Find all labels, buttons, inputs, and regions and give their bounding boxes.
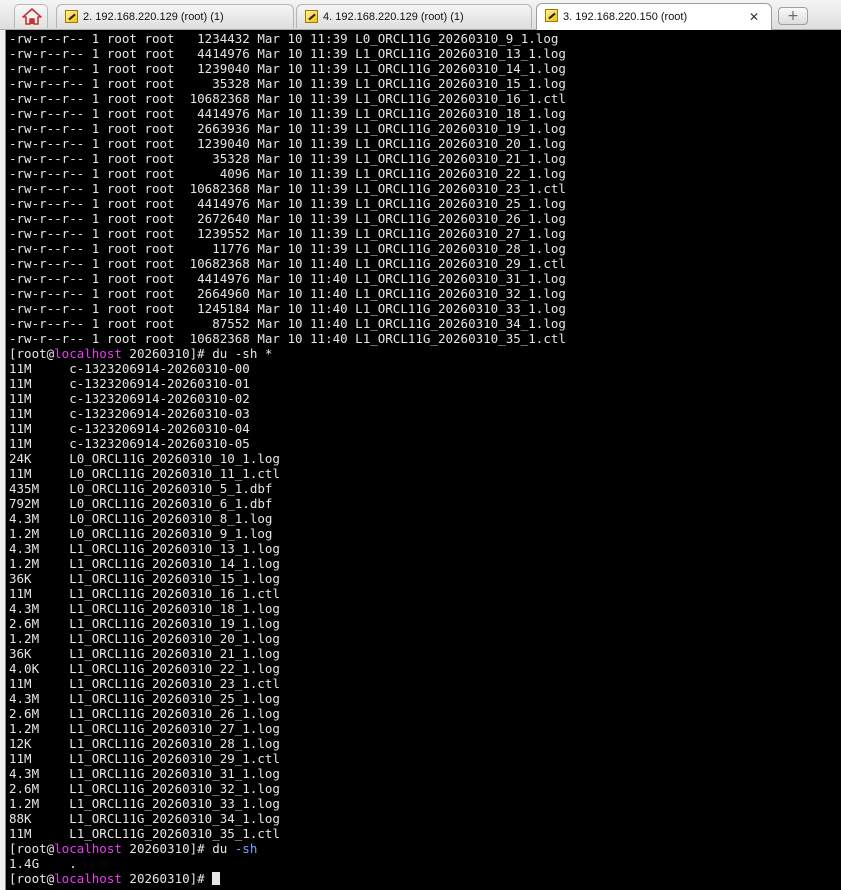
- home-icon: [22, 8, 42, 25]
- du-output-line: 36K L1_ORCL11G_20260310_15_1.log: [9, 571, 280, 586]
- du-output-line: 11M c-1323206914-20260310-05: [9, 436, 250, 451]
- ls-output-line: -rw-r--r-- 1 root root 4414976 Mar 10 11…: [9, 46, 566, 61]
- ls-output-line: -rw-r--r-- 1 root root 1245184 Mar 10 11…: [9, 301, 566, 316]
- du-output-line: 792M L0_ORCL11G_20260310_6_1.dbf: [9, 496, 273, 511]
- du-output-line: 435M L0_ORCL11G_20260310_5_1.dbf: [9, 481, 273, 496]
- tab-bar: 2. 192.168.220.129 (root) (1) 4. 192.168…: [0, 0, 841, 30]
- ls-output-line: -rw-r--r-- 1 root root 4414976 Mar 10 11…: [9, 106, 566, 121]
- du-output-line: 2.6M L1_ORCL11G_20260310_19_1.log: [9, 616, 280, 631]
- ls-output-line: -rw-r--r-- 1 root root 10682368 Mar 10 1…: [9, 256, 566, 271]
- plus-icon: +: [787, 8, 799, 24]
- du-output-line: 2.6M L1_ORCL11G_20260310_32_1.log: [9, 781, 280, 796]
- ls-output-line: -rw-r--r-- 1 root root 1239552 Mar 10 11…: [9, 226, 566, 241]
- du-total-line: 1.4G .: [9, 856, 77, 871]
- command-text: du -sh *: [212, 346, 273, 361]
- prompt-user: [root@: [9, 346, 55, 361]
- terminal-session-icon: [545, 9, 558, 22]
- ls-output-line: -rw-r--r-- 1 root root 4096 Mar 10 11:39…: [9, 166, 566, 181]
- terminal-session-icon: [65, 10, 78, 23]
- prompt-line: [root@localhost 20260310]# du -sh *: [9, 346, 841, 361]
- ls-output-line: -rw-r--r-- 1 root root 35328 Mar 10 11:3…: [9, 151, 566, 166]
- ls-output-line: -rw-r--r-- 1 root root 1234432 Mar 10 11…: [9, 31, 559, 46]
- ls-output-line: -rw-r--r-- 1 root root 4414976 Mar 10 11…: [9, 196, 566, 211]
- ls-listing: -rw-r--r-- 1 root root 1234432 Mar 10 11…: [9, 31, 841, 346]
- du-output-line: 11M c-1323206914-20260310-04: [9, 421, 250, 436]
- ls-output-line: -rw-r--r-- 1 root root 11776 Mar 10 11:3…: [9, 241, 566, 256]
- prompt-line: [root@localhost 20260310]# du -sh: [9, 841, 841, 856]
- ls-output-line: -rw-r--r-- 1 root root 87552 Mar 10 11:4…: [9, 316, 566, 331]
- tab-session-2[interactable]: 2. 192.168.220.129 (root) (1): [56, 4, 294, 28]
- home-tab[interactable]: [14, 4, 48, 28]
- prompt-user: [root@: [9, 841, 55, 856]
- du-output-line: 11M c-1323206914-20260310-03: [9, 406, 250, 421]
- du-output-line: 4.3M L1_ORCL11G_20260310_25_1.log: [9, 691, 280, 706]
- du-output-line: 11M L1_ORCL11G_20260310_29_1.ctl: [9, 751, 280, 766]
- prompt-dir: 20260310]#: [121, 346, 213, 361]
- prompt-host: localhost: [54, 841, 122, 856]
- text-cursor: [212, 872, 221, 885]
- ls-output-line: -rw-r--r-- 1 root root 10682368 Mar 10 1…: [9, 181, 566, 196]
- prompt-host: localhost: [54, 346, 122, 361]
- du-output-line: 4.0K L1_ORCL11G_20260310_22_1.log: [9, 661, 280, 676]
- du-output-line: 1.2M L1_ORCL11G_20260310_20_1.log: [9, 631, 280, 646]
- command-flag: -sh: [234, 841, 258, 856]
- prompt-line-current: [root@localhost 20260310]#: [9, 871, 841, 886]
- ls-output-line: -rw-r--r-- 1 root root 1239040 Mar 10 11…: [9, 136, 566, 151]
- command-text: du: [212, 841, 235, 856]
- prompt-dir: 20260310]#: [121, 841, 213, 856]
- tab-session-4[interactable]: 4. 192.168.220.129 (root) (1): [296, 4, 532, 28]
- du-output-line: 4.3M L0_ORCL11G_20260310_8_1.log: [9, 511, 273, 526]
- du-output-line: 11M L1_ORCL11G_20260310_16_1.ctl: [9, 586, 280, 601]
- du-output-line: 4.3M L1_ORCL11G_20260310_13_1.log: [9, 541, 280, 556]
- ls-output-line: -rw-r--r-- 1 root root 10682368 Mar 10 1…: [9, 331, 566, 346]
- du-output-line: 1.2M L1_ORCL11G_20260310_27_1.log: [9, 721, 280, 736]
- terminal-output[interactable]: -rw-r--r-- 1 root root 1234432 Mar 10 11…: [5, 30, 841, 890]
- ls-output-line: -rw-r--r-- 1 root root 35328 Mar 10 11:3…: [9, 76, 566, 91]
- du-listing: 11M c-1323206914-20260310-00 11M c-132320…: [9, 361, 841, 841]
- du-output-line: 11M c-1323206914-20260310-02: [9, 391, 250, 406]
- du-output-line: 11M c-1323206914-20260310-00: [9, 361, 250, 376]
- terminal-session-icon: [305, 10, 318, 23]
- tab-label: 3. 192.168.220.150 (root): [563, 11, 688, 23]
- du-output-line: 88K L1_ORCL11G_20260310_34_1.log: [9, 811, 280, 826]
- prompt-user: [root@: [9, 871, 55, 886]
- prompt-host: localhost: [54, 871, 122, 886]
- du-output-line: 11M L0_ORCL11G_20260310_11_1.ctl: [9, 466, 280, 481]
- du-output-line: 1.2M L1_ORCL11G_20260310_33_1.log: [9, 796, 280, 811]
- tab-label: 4. 192.168.220.129 (root) (1): [323, 11, 464, 23]
- du-output-line: 4.3M L1_ORCL11G_20260310_31_1.log: [9, 766, 280, 781]
- du-output-line: 36K L1_ORCL11G_20260310_21_1.log: [9, 646, 280, 661]
- tab-label: 2. 192.168.220.129 (root) (1): [83, 11, 224, 23]
- ls-output-line: -rw-r--r-- 1 root root 1239040 Mar 10 11…: [9, 61, 566, 76]
- du-output-line: 11M L1_ORCL11G_20260310_23_1.ctl: [9, 676, 280, 691]
- du-output-line: 2.6M L1_ORCL11G_20260310_26_1.log: [9, 706, 280, 721]
- du-output-line: 24K L0_ORCL11G_20260310_10_1.log: [9, 451, 280, 466]
- du-output-line: 1.2M L0_ORCL11G_20260310_9_1.log: [9, 526, 273, 541]
- ls-output-line: -rw-r--r-- 1 root root 2663936 Mar 10 11…: [9, 121, 566, 136]
- close-tab-icon[interactable]: ✕: [749, 6, 759, 28]
- du-output-line: 11M c-1323206914-20260310-01: [9, 376, 250, 391]
- ls-output-line: -rw-r--r-- 1 root root 4414976 Mar 10 11…: [9, 271, 566, 286]
- new-tab-button[interactable]: +: [778, 7, 808, 25]
- tab-session-3-active[interactable]: 3. 192.168.220.150 (root) ✕: [536, 3, 772, 30]
- du-output-line: 12K L1_ORCL11G_20260310_28_1.log: [9, 736, 280, 751]
- du-output-line: 1.2M L1_ORCL11G_20260310_14_1.log: [9, 556, 280, 571]
- du-output-line: 4.3M L1_ORCL11G_20260310_18_1.log: [9, 601, 280, 616]
- prompt-dir: 20260310]#: [121, 871, 213, 886]
- ls-output-line: -rw-r--r-- 1 root root 2664960 Mar 10 11…: [9, 286, 566, 301]
- ls-output-line: -rw-r--r-- 1 root root 2672640 Mar 10 11…: [9, 211, 566, 226]
- du-output-line: 11M L1_ORCL11G_20260310_35_1.ctl: [9, 826, 280, 841]
- ls-output-line: -rw-r--r-- 1 root root 10682368 Mar 10 1…: [9, 91, 566, 106]
